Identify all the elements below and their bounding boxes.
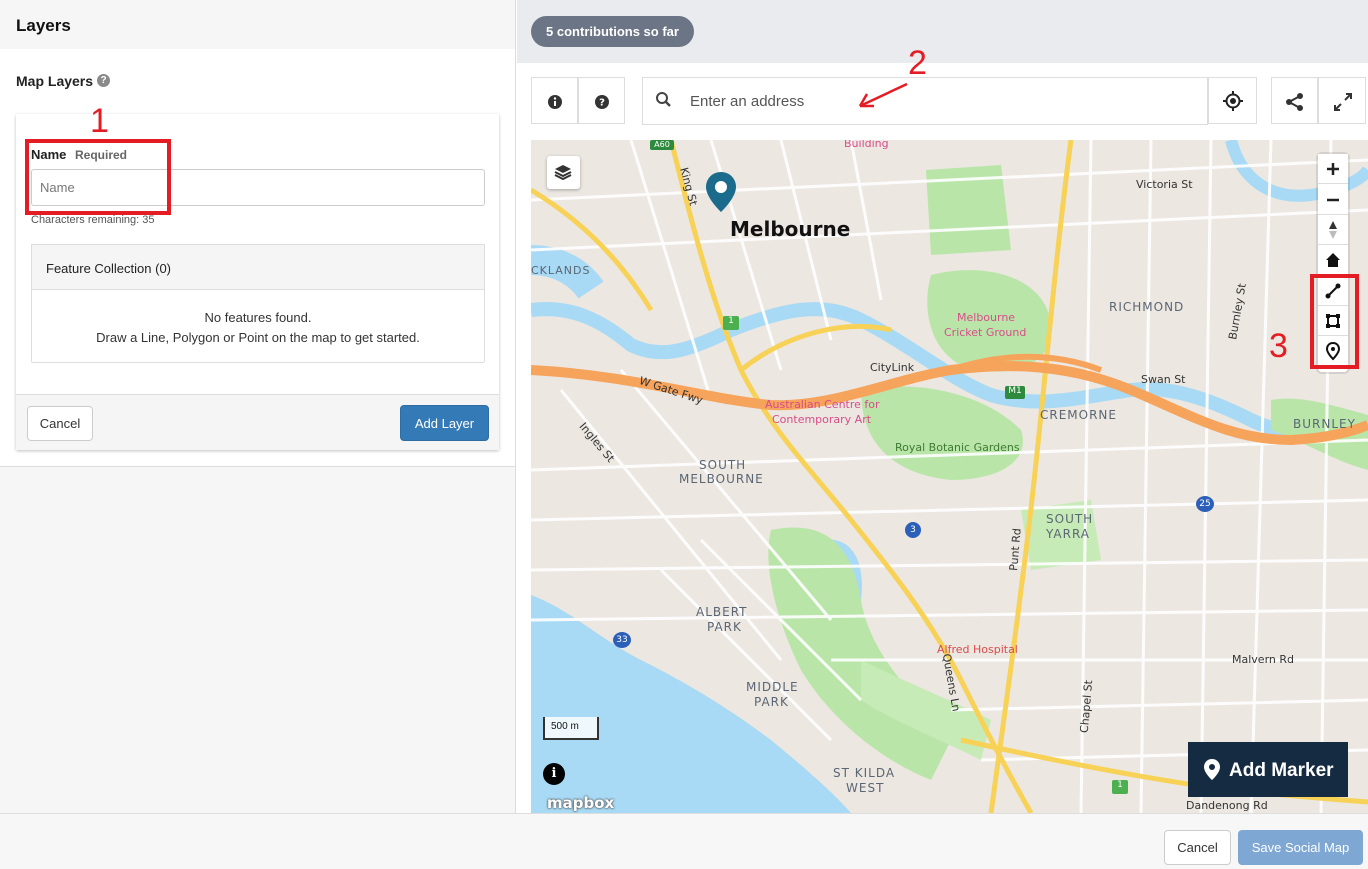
map-label-middle-park-1: MIDDLE <box>746 680 799 694</box>
polygon-icon <box>1326 314 1340 328</box>
layers-panel-header <box>0 0 515 48</box>
map-label-acca-2: Contemporary Art <box>772 413 872 426</box>
route-shield-25: 25 <box>1196 496 1214 512</box>
draw-polygon-button[interactable] <box>1318 306 1348 336</box>
characters-remaining: Characters remaining: 35 <box>31 214 155 226</box>
share-button[interactable] <box>1271 77 1318 124</box>
zoom-out-button[interactable] <box>1318 185 1348 215</box>
name-input[interactable] <box>31 169 485 206</box>
cancel-button[interactable]: Cancel <box>1164 830 1231 865</box>
name-label: Name <box>31 147 67 162</box>
map-label-south-melbourne-2: MELBOURNE <box>679 472 764 486</box>
map-label-middle-park-2: PARK <box>754 695 789 709</box>
add-marker-button[interactable]: Add Marker <box>1188 742 1348 797</box>
cancel-layer-button[interactable]: Cancel <box>27 406 93 441</box>
map-label-swan-st: Swan St <box>1141 373 1186 386</box>
help-button[interactable]: ? <box>578 77 625 124</box>
map-label-south-yarra-2: YARRA <box>1046 527 1091 541</box>
map-canvas[interactable]: Melbourne CKLANDS RICHMOND CREMORNE BURN… <box>531 140 1368 813</box>
save-social-map-button[interactable]: Save Social Map <box>1238 830 1363 865</box>
compass-button[interactable] <box>1318 215 1348 245</box>
attribution-info-icon[interactable]: i <box>543 763 565 785</box>
empty-message: No features found. <box>204 310 312 325</box>
expand-icon <box>1334 93 1352 111</box>
map-layers-heading: Map Layers <box>16 73 94 89</box>
map-label-st-kilda-1: ST KILDA <box>833 766 896 780</box>
contributions-badge: 5 contributions so far <box>531 16 694 47</box>
annotation-arrow-2 <box>858 82 908 108</box>
map-scale: 500 m <box>543 717 599 740</box>
question-icon: ? <box>595 95 609 109</box>
add-layer-button[interactable]: Add Layer <box>400 405 489 441</box>
fullscreen-button[interactable] <box>1318 77 1366 124</box>
map-label-st-kilda-2: WEST <box>846 781 885 795</box>
search-icon <box>656 92 671 107</box>
map-label-mcg-2: Cricket Ground <box>944 326 1027 339</box>
share-icon <box>1286 93 1303 111</box>
annotation-number-2: 2 <box>908 44 927 82</box>
layer-switcher-button[interactable] <box>547 156 580 189</box>
map-label-malvern-rd: Malvern Rd <box>1232 653 1294 666</box>
map-label-burnley: BURNLEY <box>1293 417 1356 431</box>
panel-title: Layers <box>16 16 71 35</box>
minus-icon <box>1327 198 1339 202</box>
route-shield-m1: M1 <box>1005 386 1025 399</box>
zoom-in-button[interactable] <box>1318 154 1348 184</box>
map-label-docklands: CKLANDS <box>531 264 591 277</box>
footer-bar <box>0 813 1368 869</box>
info-button[interactable] <box>531 77 578 124</box>
feature-collection-title: Feature Collection (0) <box>46 261 171 276</box>
map-label-botanic-gardens: Royal Botanic Gardens <box>895 441 1020 454</box>
annotation-number-3: 3 <box>1269 327 1288 365</box>
layers-icon <box>554 165 572 181</box>
locate-button[interactable] <box>1208 77 1257 124</box>
annotation-number-1: 1 <box>90 102 109 140</box>
line-icon <box>1325 283 1341 299</box>
empty-hint: Draw a Line, Polygon or Point on the map… <box>96 330 420 345</box>
location-pin-icon[interactable] <box>703 170 739 214</box>
route-shield-1: 1 <box>723 316 739 330</box>
map-label-richmond: RICHMOND <box>1109 300 1185 314</box>
map-label-citylink: CityLink <box>870 361 915 374</box>
map-label-mcg-1: Melbourne <box>957 311 1016 324</box>
route-shield-33: 33 <box>613 632 631 648</box>
map-label-albert-park-2: PARK <box>707 620 742 634</box>
map-label-melbourne: Melbourne <box>730 217 851 241</box>
map-label-cremorne: CREMORNE <box>1040 408 1117 422</box>
map-label-victoria-st: Victoria St <box>1136 178 1193 191</box>
add-marker-label: Add Marker <box>1229 760 1334 781</box>
route-shield-1b: 1 <box>1112 780 1128 794</box>
map-label-acca-1: Australian Centre for <box>765 398 880 411</box>
draw-line-button[interactable] <box>1318 276 1348 306</box>
map-label-albert-park-1: ALBERT <box>696 605 748 619</box>
draw-point-button[interactable] <box>1318 336 1348 366</box>
address-search-input[interactable] <box>690 88 1190 114</box>
mapbox-logo: mapbox <box>547 794 615 812</box>
help-icon[interactable]: ? <box>97 74 110 87</box>
plus-icon <box>1327 163 1339 175</box>
home-icon <box>1326 253 1340 267</box>
required-label: Required <box>75 148 128 162</box>
route-shield-a60: A60 <box>650 140 674 150</box>
home-button[interactable] <box>1318 245 1348 275</box>
map-pin-icon <box>1204 759 1220 780</box>
info-icon <box>548 95 562 109</box>
marker-icon <box>1325 341 1341 361</box>
map-label-building: Building <box>844 140 889 150</box>
map-label-south-yarra-1: SOUTH <box>1046 512 1094 526</box>
map-label-dandenong-rd: Dandenong Rd <box>1186 799 1268 812</box>
svg-text:?: ? <box>599 98 605 109</box>
route-shield-3: 3 <box>905 522 921 538</box>
map-label-south-melbourne-1: SOUTH <box>699 458 747 472</box>
crosshair-icon <box>1223 91 1243 111</box>
compass-icon <box>1329 221 1337 239</box>
